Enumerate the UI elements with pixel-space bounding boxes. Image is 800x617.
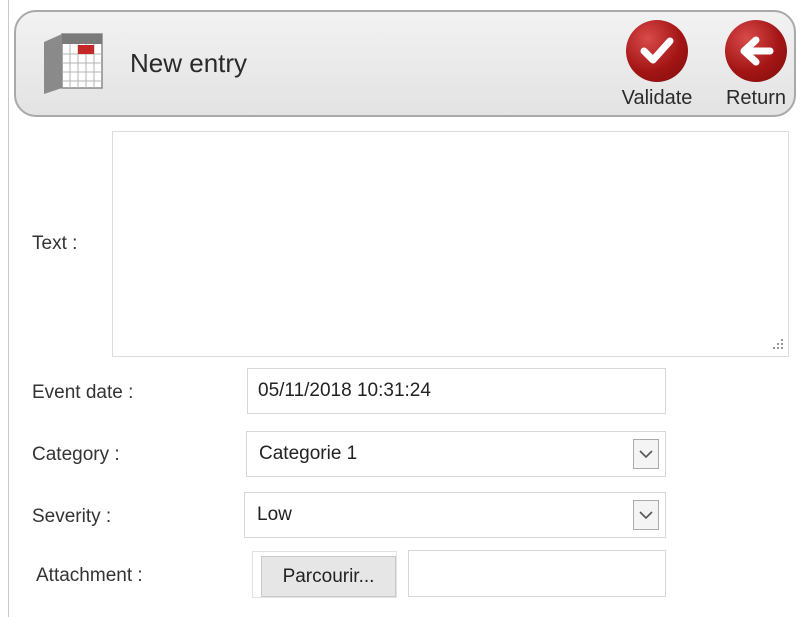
return-label: Return	[725, 87, 787, 109]
browse-button-label: Parcourir...	[261, 556, 396, 597]
arrow-left-icon	[725, 20, 787, 82]
text-area[interactable]	[112, 131, 789, 357]
checkmark-icon	[626, 20, 688, 82]
page-title: New entry	[130, 48, 248, 78]
header-bar: New entry Validate Return	[14, 10, 796, 117]
panel-left-border	[8, 0, 9, 617]
attachment-label: Attachment :	[36, 565, 143, 586]
event-date-label: Event date :	[32, 382, 134, 403]
text-label: Text :	[32, 233, 78, 254]
severity-selected-value: Low	[257, 504, 292, 525]
file-name-field[interactable]	[408, 550, 666, 597]
severity-select[interactable]: Low	[244, 492, 666, 538]
category-selected-value: Categorie 1	[259, 443, 358, 464]
validate-label: Validate	[621, 87, 693, 109]
calendar-icon	[44, 33, 103, 94]
severity-label: Severity :	[32, 506, 112, 527]
validate-button[interactable]: Validate	[611, 20, 703, 110]
chevron-down-icon[interactable]	[633, 439, 659, 469]
browse-button[interactable]: Parcourir...	[252, 551, 397, 598]
return-button[interactable]: Return	[715, 20, 797, 110]
resize-grip-icon[interactable]	[772, 338, 784, 350]
chevron-down-icon[interactable]	[633, 500, 659, 530]
category-label: Category :	[32, 444, 120, 465]
event-date-input[interactable]	[247, 368, 666, 414]
category-select[interactable]: Categorie 1	[246, 431, 666, 477]
